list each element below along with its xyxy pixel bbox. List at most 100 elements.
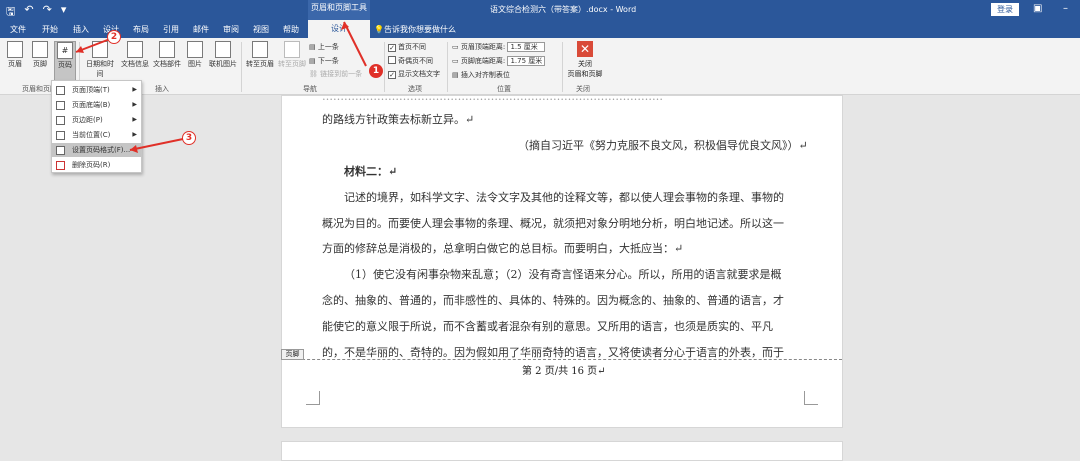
doc-line: 记述的境界，如科学文字、法令文字及其他的诠释文等，都以使人理会事物的条理、事物的 [344,191,784,204]
insert-align-label: 插入对齐制表位 [460,71,510,79]
footer-distance-input[interactable]: 1.75 厘米 [507,56,546,66]
document-title: 语文综合检测六（带答案）.docx - Word [490,5,637,14]
doc-line: 概况为目的。而要使人理会事物的条理、概况，就须把对象分明地分析，明白地记述。所以… [322,217,784,230]
header-distance-row: ▭ 页眉顶端距离: 1.5 厘米 [452,42,546,52]
picture-button[interactable]: 图片 [185,41,205,69]
goto-header-label: 转至页眉 [246,60,274,68]
menu-item-bottom-of-page[interactable]: 页面底端(B) ▶ [52,98,141,112]
online-picture-label: 联机图片 [209,60,237,68]
margin-corner-mark [804,391,818,405]
page-bottom-icon [56,101,65,110]
tab-home[interactable]: 开始 [42,24,58,35]
docinfo-label: 文档信息 [121,60,149,68]
doc-line: 念的、抽象的、普通的，而非感性的、具体的、特殊的。因为概念的、抽象的、普通的语言… [322,294,784,307]
submenu-arrow-icon: ▶ [132,131,137,138]
group-insert: 插入 [155,85,169,93]
header-distance-input[interactable]: 1.5 厘米 [507,42,546,52]
goto-footer-button[interactable]: 转至页脚 [276,41,308,69]
header-label: 页眉 [8,60,22,68]
datetime-button[interactable]: 日期和时间 [83,41,117,79]
tab-mailings[interactable]: 邮件 [193,24,209,35]
goto-header-icon [252,41,268,58]
tab-hf-design[interactable]: 设计 [308,20,370,38]
show-doc-text-label: 显示文档文字 [398,70,440,78]
close-header-footer-button[interactable]: ✕ 关闭 页眉和页脚 [566,41,604,79]
doc-line: 的，不是华丽的、奇特的。因为假如用了华丽奇特的语言，又将使读者分心于语言的外表，… [322,346,784,359]
page-margins-icon [56,116,65,125]
doc-line: ………………………………………………………………………………… [322,90,663,103]
ribbon-display-icon[interactable]: ▣ [1033,3,1042,14]
format-page-number-icon [56,146,65,155]
footer-tag: 页脚 [281,349,304,360]
show-doc-text-checkbox[interactable]: ✓ 显示文档文字 [388,69,440,79]
save-icon[interactable]: 🖫 [6,3,15,22]
context-tools-label: 页眉和页脚工具 [308,0,370,21]
document-page-next[interactable] [281,441,843,461]
header-distance-label: 页眉顶端距离: [460,43,506,51]
header-distance-icon: ▭ [452,43,459,51]
current-position-icon [56,131,65,140]
submenu-arrow-icon: ▶ [132,86,137,93]
online-picture-button[interactable]: 联机图片 [207,41,239,69]
next-icon: ▤ [309,57,316,65]
footer-distance-label: 页脚底端距离: [460,57,506,65]
tab-insert[interactable]: 插入 [73,24,89,35]
menu-item-label: 页面底端(B) [72,101,111,109]
tab-file[interactable]: 文件 [10,24,26,35]
goto-footer-icon [284,41,300,58]
link-prev-button[interactable]: ⛓ 链接到前一条 [309,69,362,79]
menu-item-current-position[interactable]: 当前位置(C) ▶ [52,128,141,142]
insert-align-tab-button[interactable]: ▤ 插入对齐制表位 [452,70,510,80]
quick-access-toolbar: 🖫 ↶ ↷ ▾ [6,3,66,22]
separator [241,42,242,92]
goto-footer-label: 转至页脚 [278,60,306,68]
odd-even-checkbox[interactable]: 奇偶页不同 [388,56,433,66]
page-number-field[interactable]: 第 2 页/共 16 页↵ [522,362,606,377]
doc-line: 材料二：↵ [344,165,398,178]
tab-review[interactable]: 审阅 [223,24,239,35]
datetime-label: 日期和时间 [86,60,114,78]
menu-item-remove-page-numbers[interactable]: 删除页码(R) [52,158,141,172]
login-button[interactable]: 登录 [991,3,1019,16]
link-icon: ⛓ [309,70,318,78]
menu-item-top-of-page[interactable]: 页面顶端(T) ▶ [52,83,141,97]
remove-page-number-icon [56,161,65,170]
docparts-button[interactable]: 文档部件 [152,41,182,69]
annotation-badge-3: 3 [182,131,196,145]
footer-button[interactable]: 页脚 [30,41,50,69]
minimize-icon[interactable]: – [1063,3,1068,14]
tab-help[interactable]: 帮助 [283,24,299,35]
menu-item-format-page-numbers[interactable]: 设置页码格式(F)... [52,143,141,157]
document-page[interactable]: ………………………………………………………………………………… 的路线方针政策去… [281,90,843,428]
redo-icon[interactable]: ↷ [43,3,52,22]
close-icon: ✕ [577,41,593,57]
tab-view[interactable]: 视图 [253,24,269,35]
tab-layout[interactable]: 布局 [133,24,149,35]
ribbon-tabs: 文件 开始 插入 设计 布局 引用 邮件 审阅 视图 帮助 设计 💡告诉我你想要… [0,20,1080,38]
next-button[interactable]: ▤ 下一条 [309,56,339,66]
first-page-different-checkbox[interactable]: ✓ 首页不同 [388,42,426,52]
tell-me-text: 告诉我你想要做什么 [383,25,456,34]
doc-line: 的路线方针政策去标新立异。↵ [322,113,475,126]
link-prev-label: 链接到前一条 [320,70,363,78]
picture-icon [187,41,203,58]
menu-item-page-margins[interactable]: 页边距(P) ▶ [52,113,141,127]
footer-distance-row: ▭ 页脚底端距离: 1.75 厘米 [452,56,546,66]
undo-icon[interactable]: ↶ [24,3,33,22]
customize-qat-icon[interactable]: ▾ [61,3,67,22]
doc-line: （1）使它没有闲事杂物来乱意；（2）没有奇言怪语来分心。所以，所用的语言就要求是… [344,268,782,281]
page-number-label: 页码 [58,61,72,69]
header-button[interactable]: 页眉 [5,41,25,69]
prev-button[interactable]: ▤ 上一条 [309,42,339,52]
goto-header-button[interactable]: 转至页眉 [244,41,276,69]
tell-me-box[interactable]: 💡告诉我你想要做什么 [374,24,456,35]
page-number-button[interactable]: # 页码 [54,41,76,83]
lightbulb-icon: 💡 [374,25,384,34]
calendar-icon [92,41,108,58]
header-icon [7,41,23,58]
close-label: 关闭 页眉和页脚 [567,60,603,78]
footer-boundary [282,359,842,360]
tab-references[interactable]: 引用 [163,24,179,35]
submenu-arrow-icon: ▶ [132,116,137,123]
docinfo-button[interactable]: 文档信息 [120,41,150,69]
